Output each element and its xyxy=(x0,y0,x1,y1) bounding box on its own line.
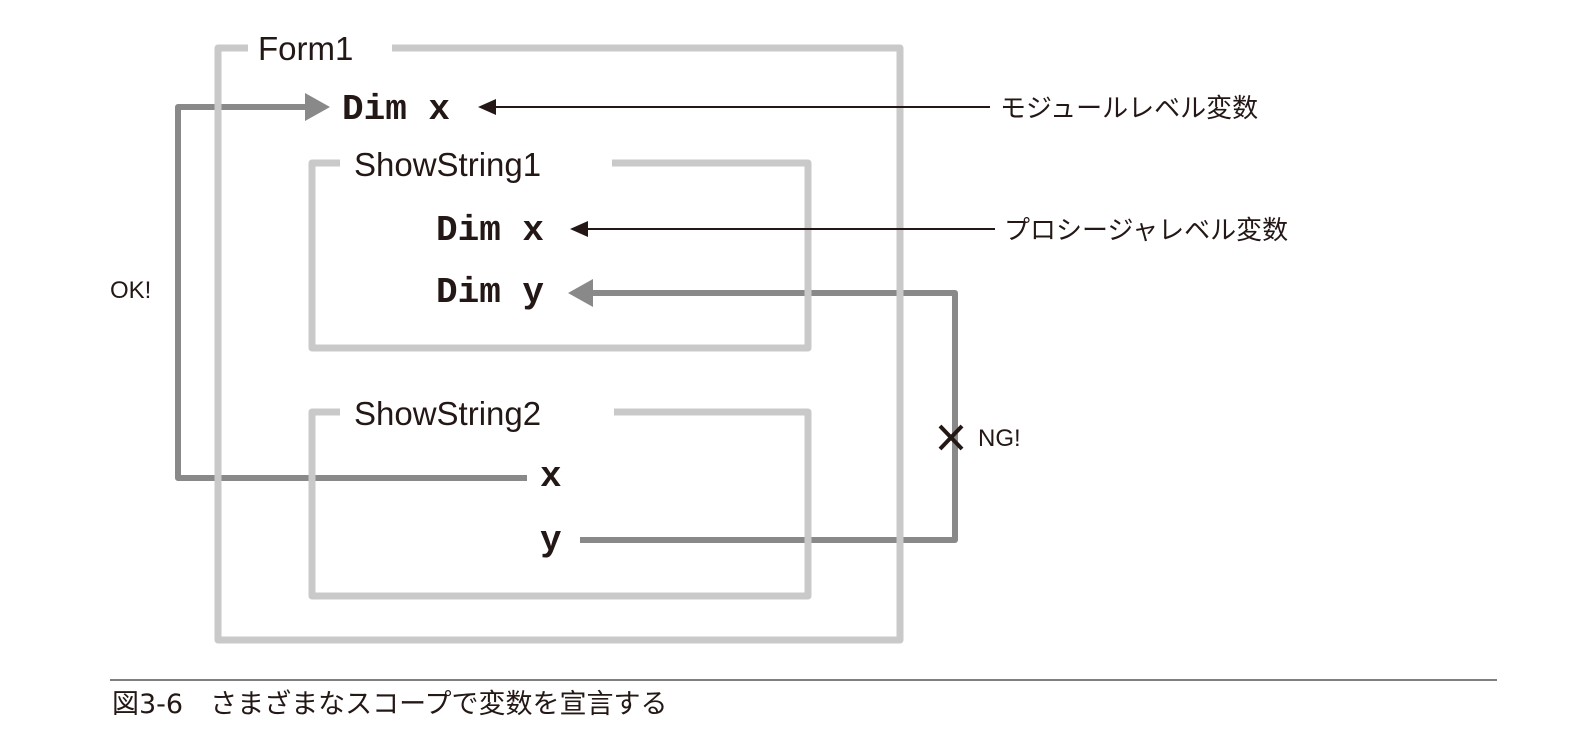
module-level-label: モジュールレベル変数 xyxy=(1000,94,1258,124)
figure-caption: 図3-6 さまざまなスコープで変数を宣言する xyxy=(112,689,667,720)
module-level-pointer xyxy=(478,99,990,115)
proc1-dim-y: Dim y xyxy=(436,272,544,313)
scope-diagram: Form1 ShowString1 ShowString2 Dim x Dim … xyxy=(110,30,1497,720)
ng-cross-icon xyxy=(938,424,964,451)
ok-arrowhead xyxy=(305,93,330,121)
ng-arrowhead xyxy=(568,279,593,307)
module-dim-x: Dim x xyxy=(342,89,450,130)
form1-label: Form1 xyxy=(258,30,353,67)
showstring2-label: ShowString2 xyxy=(354,395,541,432)
proc2-x: x xyxy=(540,456,562,497)
proc2-y: y xyxy=(540,520,562,561)
procedure-level-pointer xyxy=(570,221,995,237)
showstring1-label: ShowString1 xyxy=(354,146,541,183)
ng-label: NG! xyxy=(978,425,1021,452)
proc1-dim-x: Dim x xyxy=(436,210,544,251)
showstring1-scope-box: ShowString1 xyxy=(308,146,812,352)
ok-label: OK! xyxy=(110,277,151,304)
procedure-level-label: プロシージャレベル変数 xyxy=(1004,216,1288,246)
